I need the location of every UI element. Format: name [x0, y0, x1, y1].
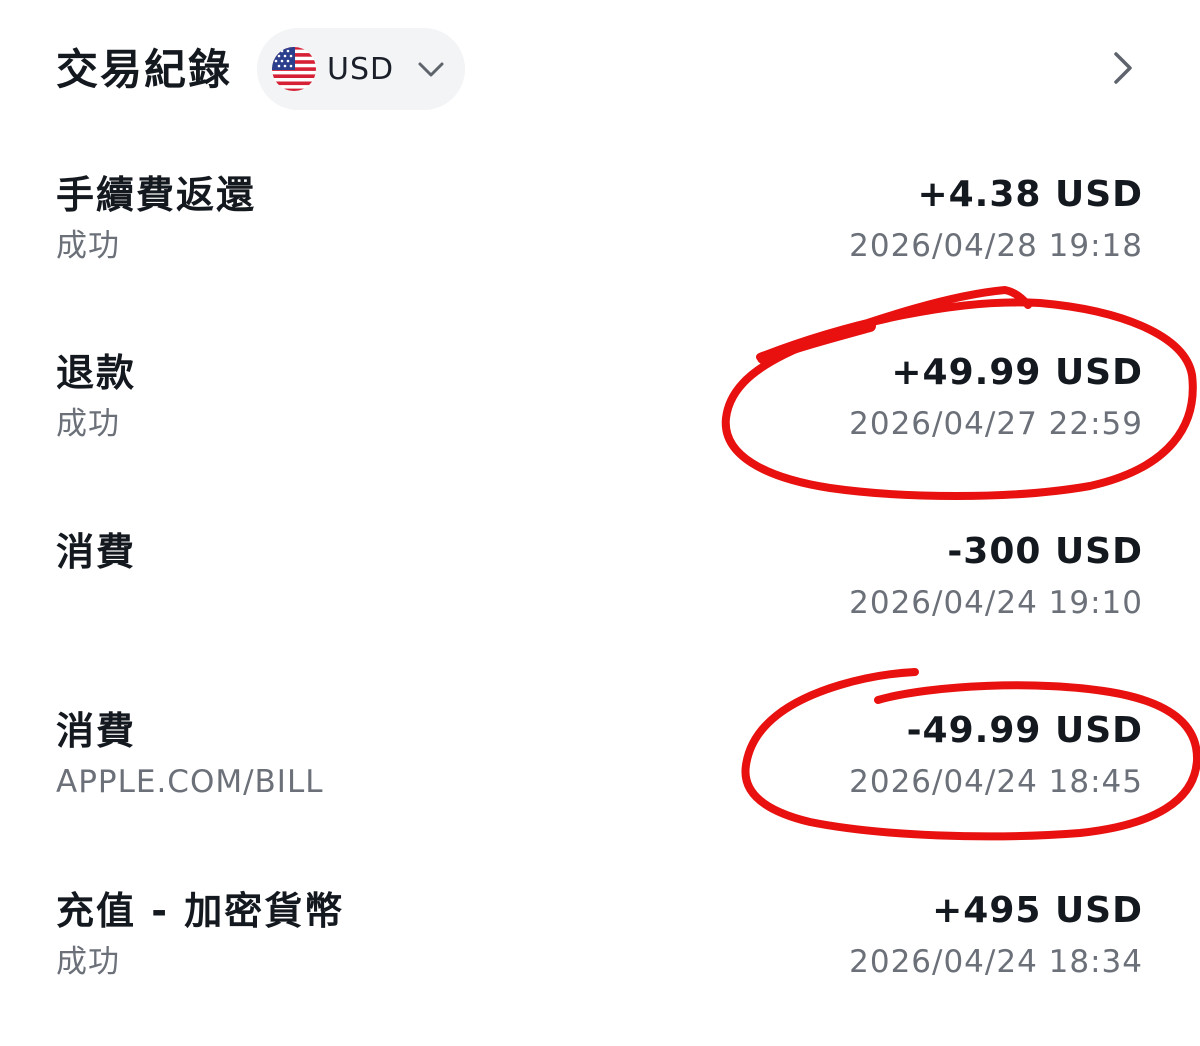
transaction-amount: +495 USD [932, 890, 1143, 931]
transaction-row[interactable]: 手續費返還 成功 +4.38 USD 2026/04/28 19:18 [0, 170, 1200, 300]
transaction-merchant: APPLE.COM/BILL [56, 764, 324, 800]
transaction-row[interactable]: 消費 -300 USD 2026/04/24 19:10 [0, 527, 1200, 657]
transaction-status: 成功 [56, 406, 120, 442]
transaction-status: 成功 [56, 228, 120, 264]
transaction-datetime: 2026/04/24 19:10 [849, 585, 1143, 621]
transaction-row[interactable]: 充值 - 加密貨幣 成功 +495 USD 2026/04/24 18:34 [0, 886, 1200, 1016]
transaction-datetime: 2026/04/28 19:18 [849, 228, 1143, 264]
transaction-amount: -300 USD [947, 531, 1143, 572]
transaction-title: 退款 [56, 351, 137, 395]
transaction-title: 手續費返還 [56, 173, 257, 217]
transaction-title: 充值 - 加密貨幣 [56, 889, 345, 933]
transaction-amount: +49.99 USD [891, 352, 1143, 393]
transaction-list: 手續費返還 成功 +4.38 USD 2026/04/28 19:18 退款 成… [0, 0, 1200, 1046]
transaction-amount: -49.99 USD [906, 710, 1143, 751]
transaction-datetime: 2026/04/27 22:59 [849, 406, 1143, 442]
transaction-title: 消費 [56, 709, 137, 753]
transaction-amount: +4.38 USD [917, 174, 1143, 215]
transaction-datetime: 2026/04/24 18:45 [849, 764, 1143, 800]
transaction-status: 成功 [56, 944, 120, 980]
transaction-row[interactable]: 消費 APPLE.COM/BILL -49.99 USD 2026/04/24 … [0, 706, 1200, 836]
transaction-datetime: 2026/04/24 18:34 [849, 944, 1143, 980]
transaction-title: 消費 [56, 530, 137, 574]
transaction-row[interactable]: 退款 成功 +49.99 USD 2026/04/27 22:59 [0, 348, 1200, 478]
